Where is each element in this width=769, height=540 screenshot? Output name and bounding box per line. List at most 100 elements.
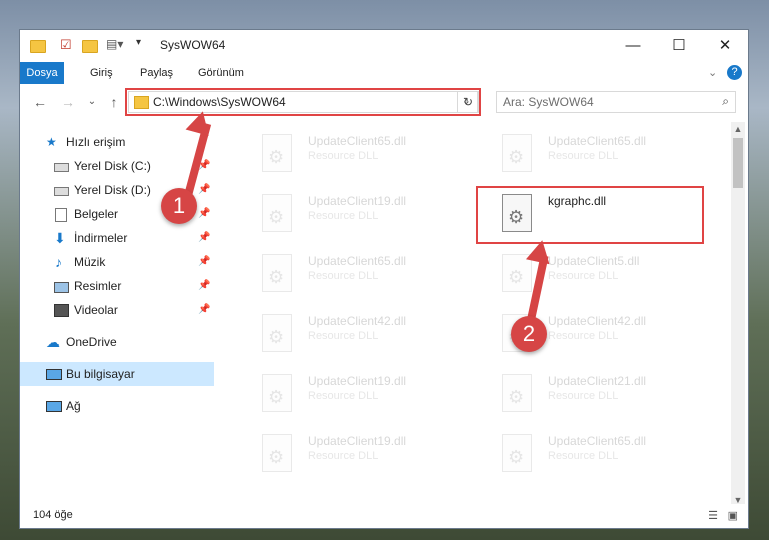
pin-icon[interactable]: 📌 [198,274,210,298]
file-type: Resource DLL [548,390,619,402]
dll-file-icon: ⚙ [262,374,292,412]
file-type: Resource DLL [308,330,379,342]
scroll-up-icon[interactable]: ▲ [731,122,745,136]
maximize-button[interactable]: ☐ [656,30,702,60]
file-item[interactable]: ⚙ UpdateClient65.dll Resource DLL [480,128,700,182]
file-type: Resource DLL [548,150,619,162]
file-type: Resource DLL [308,210,379,222]
folder-icon [30,37,46,53]
nav-item-videos[interactable]: Videolar 📌 [20,298,214,322]
file-item[interactable]: ⚙ UpdateClient19.dll Resource DLL [240,428,460,482]
status-bar: 104 öğe ☰ ▣ [20,504,748,528]
gear-icon: ⚙ [508,447,525,467]
file-item[interactable]: ⚙ UpdateClient65.dll Resource DLL [240,128,460,182]
dll-file-icon: ⚙ [262,134,292,172]
downloads-icon: ⬇ [54,230,66,246]
file-item[interactable]: ⚙ UpdateClient65.dll Resource DLL [240,248,460,302]
star-icon: ★ [46,135,57,149]
file-highlight-box [476,186,704,244]
nav-item-onedrive[interactable]: ☁ OneDrive [20,330,214,354]
new-folder-icon[interactable] [82,37,98,53]
close-button[interactable]: ✕ [702,30,748,60]
file-name: UpdateClient19.dll [308,374,407,388]
file-type: Resource DLL [308,390,379,402]
search-icon: ⌕ [722,94,729,108]
quick-access-toolbar-icon[interactable]: ▤▾ [106,37,123,53]
file-item[interactable]: ⚙ UpdateClient19.dll Resource DLL [240,368,460,422]
vertical-scrollbar[interactable]: ▲ ▼ [731,122,745,507]
pin-icon[interactable]: 📌 [198,226,210,250]
file-name: UpdateClient19.dll [308,194,407,208]
gear-icon: ⚙ [268,147,285,167]
nav-item-label: Belgeler [74,207,119,221]
gear-icon: ⚙ [268,267,285,287]
help-icon[interactable]: ? [727,65,742,80]
nav-item-network[interactable]: Ağ [20,394,214,418]
properties-icon[interactable]: ☑ [60,37,76,53]
forward-button[interactable]: → [60,94,76,110]
videos-icon [54,304,69,317]
tab-gorunum[interactable]: Görünüm [190,62,252,84]
file-name: UpdateClient19.dll [308,434,407,448]
gear-icon: ⚙ [268,327,285,347]
file-item[interactable]: ⚙ UpdateClient5.dll Resource DLL [480,248,700,302]
file-item[interactable]: ⚙ UpdateClient42.dll Resource DLL [240,308,460,362]
tab-paylas[interactable]: Paylaş [132,62,181,84]
nav-item-pictures[interactable]: Resimler 📌 [20,274,214,298]
minimize-button[interactable]: — [610,30,656,60]
music-icon: ♪ [55,254,62,270]
dll-file-icon: ⚙ [262,194,292,232]
ribbon-tabs: Dosya Giriş Paylaş Görünüm ⌄ ? [20,62,748,84]
file-item[interactable]: ⚙ UpdateClient65.dll Resource DLL [480,428,700,482]
file-type: Resource DLL [308,450,379,462]
nav-item-label: Videolar [74,303,118,317]
network-icon [46,401,62,412]
up-button[interactable]: ↑ [106,94,122,110]
pin-icon[interactable]: 📌 [198,250,210,274]
file-name: UpdateClient42.dll [548,314,647,328]
title-bar: ☑ ▤▾ ▾ SysWOW64 — ☐ ✕ [20,30,748,62]
file-name: UpdateClient65.dll [548,134,647,148]
dll-file-icon: ⚙ [502,134,532,172]
details-view-icon[interactable]: ☰ [708,509,718,522]
pin-icon[interactable]: 📌 [198,298,210,322]
nav-item-label: Hızlı erişim [66,135,126,149]
step-badge-1: 1 [161,188,197,224]
file-item[interactable]: ⚙ UpdateClient19.dll Resource DLL [240,188,460,242]
gear-icon: ⚙ [268,387,285,407]
expand-ribbon-icon[interactable]: ⌄ [700,62,725,84]
search-input[interactable]: Ara: SysWOW64 ⌕ [496,91,736,113]
nav-item-label: Yerel Disk (D:) [74,183,151,197]
customize-toolbar-icon[interactable]: ▾ [136,37,152,53]
nav-item-label: Resimler [74,279,122,293]
step-badge-2: 2 [511,316,547,352]
gear-icon: ⚙ [508,267,525,287]
gear-icon: ⚙ [268,207,285,227]
dll-file-icon: ⚙ [502,434,532,472]
nav-item-music[interactable]: ♪ Müzik 📌 [20,250,214,274]
scroll-thumb[interactable] [733,138,743,188]
tab-giris[interactable]: Giriş [82,62,121,84]
pictures-icon [54,282,69,293]
drive-icon [54,163,69,172]
large-icons-view-icon[interactable]: ▣ [728,509,738,522]
recent-locations-icon[interactable]: ⌄ [84,94,100,110]
back-button[interactable]: ← [32,94,48,110]
file-item[interactable]: ⚙ UpdateClient21.dll Resource DLL [480,368,700,422]
file-name: UpdateClient21.dll [548,374,647,388]
file-type: Resource DLL [308,150,379,162]
file-list: ⚙ UpdateClient65.dll Resource DLL ⚙ Upda… [220,122,730,502]
nav-item-label: OneDrive [66,335,117,349]
cloud-icon: ☁ [46,334,60,350]
search-placeholder: Ara: SysWOW64 [503,95,594,109]
pin-icon[interactable]: 📌 [198,178,210,202]
nav-item-disk-c[interactable]: Yerel Disk (C:) 📌 [20,154,214,178]
pin-icon[interactable]: 📌 [198,202,210,226]
gear-icon: ⚙ [268,447,285,467]
nav-item-this-pc[interactable]: Bu bilgisayar [20,362,214,386]
arrowhead-2 [525,237,555,265]
nav-item-downloads[interactable]: ⬇ İndirmeler 📌 [20,226,214,250]
file-name: UpdateClient42.dll [308,314,407,328]
tab-dosya[interactable]: Dosya [20,62,64,84]
nav-item-quick-access[interactable]: ★ Hızlı erişim [20,130,214,154]
